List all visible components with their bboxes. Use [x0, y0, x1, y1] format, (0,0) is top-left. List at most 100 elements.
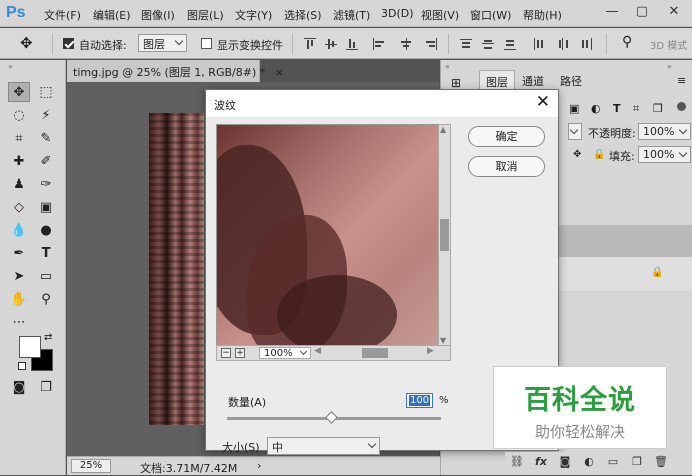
default-colors-icon[interactable] [18, 362, 26, 370]
menu-3d[interactable]: 3D(D) [381, 7, 414, 20]
filter-type-icon[interactable]: T [613, 102, 621, 115]
brush-tool-icon[interactable]: ✐ [35, 152, 57, 172]
filter-shape-icon[interactable]: ⌗ [633, 102, 639, 116]
menu-help[interactable]: 帮助(H) [523, 7, 562, 23]
eraser-tool-icon[interactable]: ◇ [8, 198, 30, 218]
crop-tool-icon[interactable]: ⌗ [8, 129, 30, 149]
panel-menu-icon[interactable]: ≡ [677, 74, 686, 87]
type-tool-icon[interactable]: T [35, 244, 57, 264]
collapse-icon[interactable]: » [8, 62, 13, 71]
amount-slider-handle[interactable] [325, 411, 339, 424]
scroll-left-icon[interactable]: ◀ [314, 346, 321, 356]
shape-tool-icon[interactable]: ▭ [35, 267, 57, 287]
lasso-tool-icon[interactable]: ◌ [8, 106, 30, 126]
filter-preview[interactable] [216, 124, 439, 346]
marquee-tool-icon[interactable]: ⬚ [35, 82, 57, 102]
zoom-out-icon[interactable]: − [221, 348, 231, 358]
menu-image[interactable]: 图像(I) [141, 7, 175, 23]
align-top-icon[interactable] [304, 38, 316, 50]
distribute-vcenter-icon[interactable] [482, 38, 494, 50]
clone-stamp-tool-icon[interactable]: ♟ [8, 175, 30, 195]
filter-pixel-icon[interactable]: ▣ [569, 102, 579, 115]
blur-tool-icon[interactable]: 💧 [8, 221, 30, 241]
distribute-top-icon[interactable] [460, 38, 472, 50]
history-icon[interactable]: ⊞ [451, 76, 461, 90]
menu-view[interactable]: 视图(V) [421, 7, 459, 23]
align-bottom-icon[interactable] [346, 38, 358, 50]
lock-position-icon[interactable]: ✥ [573, 149, 581, 160]
filter-toggle-icon[interactable] [677, 102, 686, 111]
dodge-tool-icon[interactable]: ● [35, 221, 57, 241]
align-vcenter-icon[interactable] [325, 38, 337, 50]
auto-select-checkbox[interactable] [63, 38, 74, 49]
zoom-tool-icon[interactable]: ⚲ [35, 290, 57, 310]
new-group-icon[interactable]: ▭ [606, 455, 620, 469]
auto-select-dropdown[interactable]: 图层 [138, 34, 187, 52]
delete-layer-icon[interactable]: 🗑 [654, 455, 668, 469]
menu-filter[interactable]: 滤镜(T) [333, 7, 370, 23]
distribute-right-icon[interactable] [580, 38, 592, 50]
swap-colors-icon[interactable]: ⇄ [44, 332, 52, 343]
fill-field[interactable]: 100% [638, 146, 691, 163]
pen-tool-icon[interactable]: ✒ [8, 244, 30, 264]
menu-layer[interactable]: 图层(L) [187, 7, 224, 23]
preview-zoom-field[interactable]: 100% [259, 347, 311, 359]
amount-input[interactable]: 100 [406, 393, 433, 408]
close-icon[interactable]: ✕ [536, 92, 550, 112]
minimize-button[interactable]: — [598, 2, 626, 22]
align-left-icon[interactable] [373, 38, 385, 50]
menu-window[interactable]: 窗口(W) [470, 7, 511, 23]
align-hcenter-icon[interactable] [400, 38, 412, 50]
scrollbar-thumb[interactable] [440, 219, 449, 251]
cancel-button[interactable]: 取消 [468, 156, 545, 177]
eyedropper-tool-icon[interactable]: ✎ [35, 129, 57, 149]
path-selection-tool-icon[interactable]: ➤ [8, 267, 30, 287]
zoom-in-icon[interactable]: + [235, 348, 245, 358]
tab-channels[interactable]: 通道 [516, 70, 550, 90]
ok-button[interactable]: 确定 [468, 126, 545, 147]
quick-mask-icon[interactable]: ◙ [8, 378, 30, 398]
menu-file[interactable]: 文件(F) [44, 7, 81, 23]
move-tool-icon[interactable]: ✥ [8, 82, 30, 102]
healing-brush-tool-icon[interactable]: ✚ [8, 152, 30, 172]
new-layer-icon[interactable]: ❐ [630, 455, 644, 469]
hand-tool-icon[interactable]: ✋ [8, 290, 30, 310]
scroll-right-icon[interactable]: ▶ [427, 346, 434, 356]
tab-layers[interactable]: 图层 [479, 70, 515, 90]
scroll-down-icon[interactable]: ▼ [440, 336, 446, 345]
tab-paths[interactable]: 路径 [554, 70, 588, 90]
move-tool-icon[interactable]: ✥ [20, 34, 33, 52]
magic-wand-tool-icon[interactable]: ⚡ [35, 106, 57, 126]
maximize-button[interactable]: ▢ [628, 2, 656, 22]
opacity-field[interactable]: 100% [638, 123, 691, 140]
status-menu-arrow[interactable]: › [257, 459, 261, 472]
distribute-bottom-icon[interactable] [504, 38, 516, 50]
distribute-left-icon[interactable] [533, 38, 545, 50]
collapse-icon[interactable]: « [445, 62, 450, 71]
document-image[interactable] [149, 113, 204, 425]
add-mask-icon[interactable]: ◙ [558, 455, 572, 469]
screen-mode-icon[interactable]: ❐ [35, 378, 57, 398]
blend-mode-dropdown[interactable] [568, 123, 582, 140]
close-tab-icon[interactable]: × [275, 66, 284, 79]
distribute-hcenter-icon[interactable] [557, 38, 569, 50]
menu-select[interactable]: 选择(S) [284, 7, 322, 23]
align-right-icon[interactable] [425, 38, 437, 50]
zoom-level[interactable]: 25% [71, 459, 111, 473]
menu-type[interactable]: 文字(Y) [235, 7, 272, 23]
link-layers-icon[interactable]: ⛓ [510, 455, 524, 469]
filter-smart-icon[interactable]: ❒ [653, 102, 663, 115]
layer-style-icon[interactable]: fx [534, 455, 548, 469]
foreground-color-swatch[interactable] [19, 336, 41, 358]
menu-edit[interactable]: 编辑(E) [93, 7, 131, 23]
adjustment-layer-icon[interactable]: ◐ [582, 455, 596, 469]
scrollbar-thumb[interactable] [362, 348, 388, 358]
scroll-up-icon[interactable]: ▲ [440, 125, 446, 134]
show-transform-checkbox[interactable] [201, 38, 212, 49]
filter-adjust-icon[interactable]: ◐ [591, 102, 601, 115]
size-dropdown[interactable]: 中 [267, 437, 380, 455]
document-tab[interactable]: timg.jpg @ 25% (图层 1, RGB/8#) * × [67, 60, 284, 82]
collapse-icon[interactable]: » [667, 62, 672, 71]
close-window-button[interactable]: ✕ [660, 2, 688, 22]
gradient-tool-icon[interactable]: ▣ [35, 198, 57, 218]
